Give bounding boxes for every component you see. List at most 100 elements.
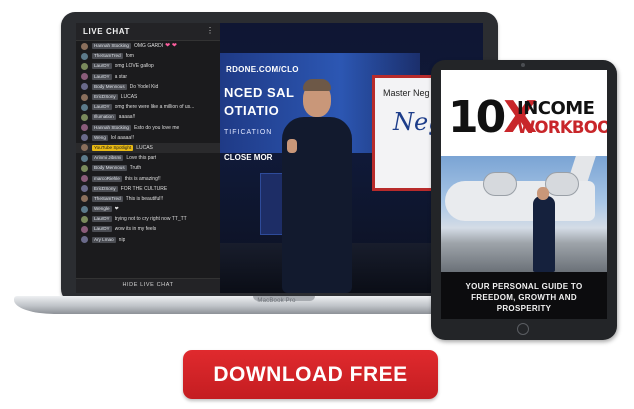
chat-author-name[interactable]: TheSamTred bbox=[92, 195, 123, 202]
camera-icon bbox=[521, 63, 525, 67]
chat-author-name[interactable]: Ary Lmao bbox=[92, 236, 116, 243]
heart-icon: ❤ ❤ bbox=[165, 43, 177, 50]
chat-message: TheSamTred fom bbox=[76, 51, 220, 61]
stage-slide-line2: OTIATIO bbox=[224, 103, 280, 118]
chat-message-text: Love this part bbox=[126, 155, 157, 162]
chat-title: LIVE CHAT bbox=[83, 27, 131, 36]
chat-message-text: Truth bbox=[129, 165, 142, 172]
tablet: 10X INCOME WORKBOOK YOUR PERSONAL GUIDE … bbox=[431, 60, 617, 340]
chat-author-name[interactable]: Body Mennous bbox=[92, 83, 127, 90]
chat-message: TheSamTred This is beautiful!! bbox=[76, 194, 220, 204]
chat-message: marcoRiehle this is amazing!! bbox=[76, 173, 220, 183]
chat-message-text: nip bbox=[118, 236, 126, 243]
avatar[interactable] bbox=[81, 62, 88, 70]
chat-message: LaurDY omg there were like a million of u… bbox=[76, 102, 220, 112]
chat-message: LaurDY a star bbox=[76, 72, 220, 82]
avatar[interactable] bbox=[81, 236, 88, 244]
avatar[interactable] bbox=[81, 225, 88, 233]
chat-author-name[interactable]: LaurDY bbox=[92, 73, 112, 80]
chat-message: Hannah Stocking OMG GARDI ❤ ❤ bbox=[76, 41, 220, 51]
chat-message-text: fom bbox=[125, 53, 134, 60]
chat-message-text: a star bbox=[114, 73, 128, 80]
avatar[interactable] bbox=[81, 144, 88, 152]
presenter-hand bbox=[287, 139, 297, 153]
chat-author-name[interactable]: LaurDY bbox=[92, 104, 112, 111]
avatar[interactable] bbox=[81, 73, 88, 81]
chat-author-name[interactable]: marcoRiehle bbox=[92, 175, 122, 182]
chat-message-text: This is beautiful!! bbox=[125, 195, 164, 202]
chat-message: Weng lol aaaaa!! bbox=[76, 133, 220, 143]
chat-message-text: Do Yodel Kid bbox=[129, 83, 159, 90]
chat-author-name[interactable]: TheSamTred bbox=[92, 53, 123, 60]
hide-live-chat-button[interactable]: HIDE LIVE CHAT bbox=[76, 282, 220, 288]
avatar[interactable] bbox=[81, 195, 88, 203]
chat-author-name[interactable]: EricDSony bbox=[92, 185, 118, 192]
chat-message: Illumation aaaaa!! bbox=[76, 112, 220, 122]
cover-person bbox=[533, 196, 555, 272]
chat-message-text: LUCAS bbox=[120, 94, 138, 101]
book-cover: 10X INCOME WORKBOOK YOUR PERSONAL GUIDE … bbox=[441, 70, 607, 319]
stage-url-text: RDONE.COM/CLO bbox=[226, 65, 299, 74]
chat-message: LaurDY wow its in my feels bbox=[76, 224, 220, 234]
chat-message-text: LUCAS bbox=[136, 144, 153, 151]
avatar[interactable] bbox=[81, 185, 88, 193]
chat-author-name[interactable]: Arinmi Jibsmi bbox=[92, 155, 124, 162]
jet-engine-right bbox=[545, 172, 579, 196]
avatar[interactable] bbox=[81, 113, 88, 121]
chat-message: LaurDY trying not to cry right now TT_TT bbox=[76, 214, 220, 224]
chat-author-name[interactable]: LaurDY bbox=[92, 216, 112, 223]
stage-slide-bottom: CLOSE MOR bbox=[224, 153, 273, 162]
chat-author-name[interactable]: Hannah Stocking bbox=[92, 43, 131, 50]
home-button-icon bbox=[517, 323, 529, 335]
avatar[interactable] bbox=[81, 215, 88, 223]
stage-slide-line1: NCED SAL bbox=[224, 85, 295, 100]
chat-message-text: wow its in my feels bbox=[114, 226, 157, 233]
avatar[interactable] bbox=[81, 83, 88, 91]
book-title-income: INCOME bbox=[517, 98, 595, 119]
avatar[interactable] bbox=[81, 205, 88, 213]
avatar[interactable] bbox=[81, 134, 88, 142]
whiteboard-title: Master Neg bbox=[383, 88, 430, 98]
avatar[interactable] bbox=[81, 52, 88, 60]
chat-header: LIVE CHAT ⋮ bbox=[76, 23, 220, 41]
chat-author-name[interactable]: EricDSony bbox=[92, 94, 118, 101]
chat-message-text: Esto do you love me bbox=[134, 124, 180, 131]
chat-message-text: ❤ bbox=[114, 206, 119, 213]
chat-message: Body Mennous Do Yodel Kid bbox=[76, 82, 220, 92]
chat-message: Wengle ❤ bbox=[76, 204, 220, 214]
avatar[interactable] bbox=[81, 164, 88, 172]
avatar[interactable] bbox=[81, 93, 88, 101]
book-subtitle: YOUR PERSONAL GUIDE TO FREEDOM, GROWTH A… bbox=[465, 282, 583, 313]
chat-author-name[interactable]: Weng bbox=[92, 134, 108, 141]
chat-author-name[interactable]: LaurDY bbox=[92, 226, 112, 233]
chat-author-name[interactable]: Body Mennous bbox=[92, 165, 127, 172]
chat-message: Ary Lmao nip bbox=[76, 235, 220, 245]
presenter-hair bbox=[303, 79, 331, 91]
avatar[interactable] bbox=[81, 175, 88, 183]
download-free-button[interactable]: DOWNLOAD FREE bbox=[183, 350, 438, 399]
more-vertical-icon[interactable]: ⋮ bbox=[206, 26, 214, 35]
chat-message-text: OMG GARDI bbox=[134, 43, 164, 50]
chat-message-text: aaaaa!! bbox=[118, 114, 136, 121]
jet-engine-left bbox=[483, 172, 517, 196]
chat-author-name[interactable]: Wengle bbox=[92, 206, 112, 213]
chat-author-name[interactable]: YouTube Spotlight bbox=[92, 144, 134, 151]
chat-author-name[interactable]: LaurDY bbox=[92, 63, 112, 70]
avatar[interactable] bbox=[81, 154, 88, 162]
cover-person-head bbox=[537, 187, 549, 200]
chat-author-name[interactable]: Hannah Stocking bbox=[92, 124, 131, 131]
chat-message-text: lol aaaaa!! bbox=[110, 134, 134, 141]
chat-message: Body Mennous Truth bbox=[76, 163, 220, 173]
chat-message: Hannah Stocking Esto do you love me bbox=[76, 123, 220, 133]
avatar[interactable] bbox=[81, 42, 88, 50]
avatar[interactable] bbox=[81, 103, 88, 111]
chat-message-text: this is amazing!! bbox=[124, 175, 161, 182]
chat-message-text: omg LOVE gallop bbox=[114, 63, 154, 70]
cover-photo bbox=[441, 156, 607, 272]
chat-author-name[interactable]: Illumation bbox=[92, 114, 116, 121]
book-subtitle-band: YOUR PERSONAL GUIDE TO FREEDOM, GROWTH A… bbox=[441, 272, 607, 319]
live-chat-panel: LIVE CHAT ⋮ Hannah Stocking OMG GARDI ❤ ❤ T… bbox=[76, 23, 220, 293]
chat-message-text: omg there were like a million of us... bbox=[114, 104, 195, 111]
chat-message: EricDSony FOR THE CULTURE bbox=[76, 184, 220, 194]
avatar[interactable] bbox=[81, 124, 88, 132]
